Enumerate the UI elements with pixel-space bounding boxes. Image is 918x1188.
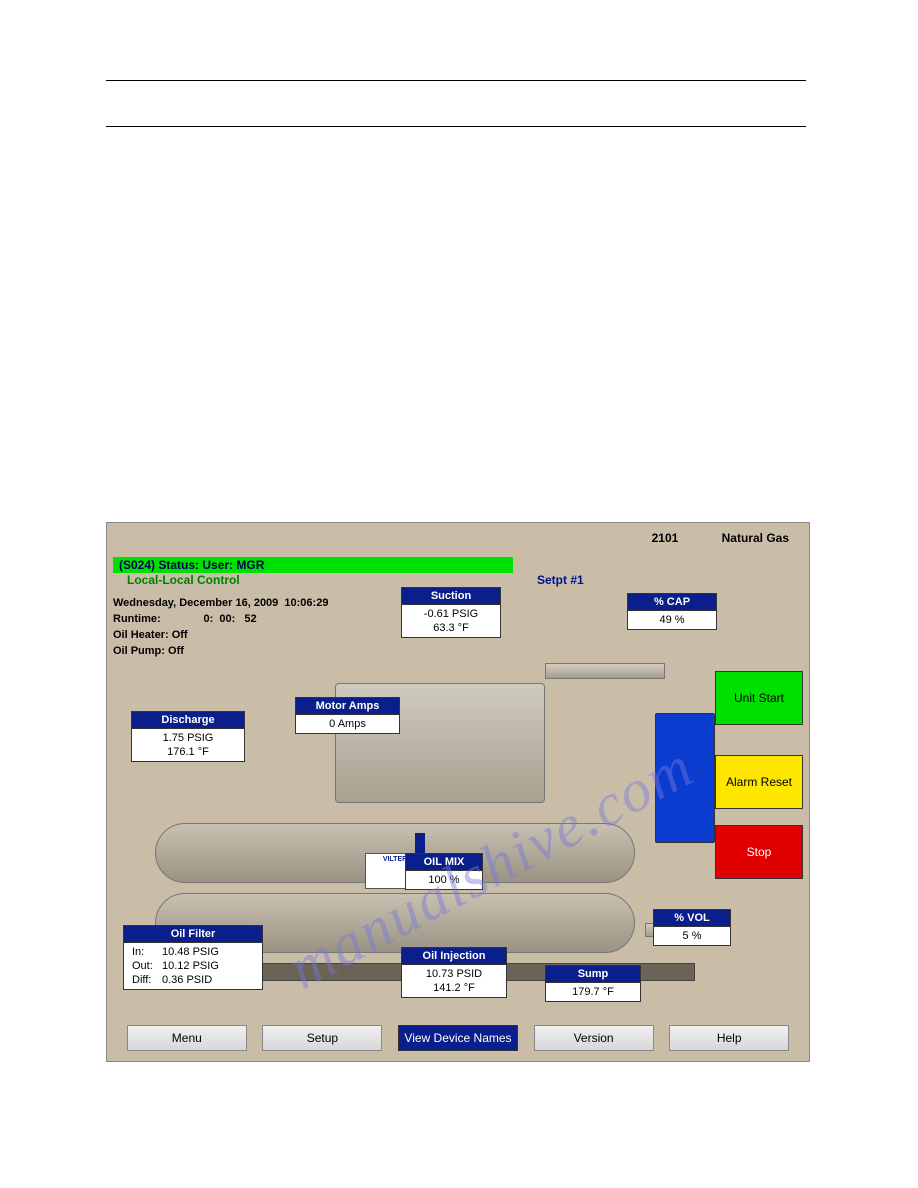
alarm-reset-button[interactable]: Alarm Reset [715,755,803,809]
unit-header: 2101 Natural Gas [612,531,789,545]
oil-pump-row: Oil Pump: Off [113,643,328,659]
oilmix-value: 100 % [405,871,483,890]
sump-gauge[interactable]: Sump 179.7 °F [545,965,641,1002]
gas-type: Natural Gas [722,531,789,545]
cap-gauge[interactable]: % CAP 49 % [627,593,717,630]
help-button[interactable]: Help [669,1025,789,1051]
divider-bottom [106,126,806,127]
motor-title: Motor Amps [295,697,400,715]
unit-number: 2101 [652,531,679,545]
menu-button[interactable]: Menu [127,1025,247,1051]
sump-title: Sump [545,965,641,983]
discharge-value: 1.75 PSIG 176.1 °F [131,729,245,762]
oilfilter-title: Oil Filter [123,925,263,943]
oil-mix-gauge[interactable]: OIL MIX 100 % [405,853,483,890]
oilfilter-value: In:10.48 PSIG Out:10.12 PSIG Diff:0.36 P… [123,943,263,990]
cap-value: 49 % [627,611,717,630]
vol-title: % VOL [653,909,731,927]
setup-button[interactable]: Setup [262,1025,382,1051]
status-bar: (S024) Status: User: MGR [113,557,513,573]
stop-button[interactable]: Stop [715,825,803,879]
oil-heater-row: Oil Heater: Off [113,627,328,643]
control-box [655,713,715,843]
oil-filter-gauge[interactable]: Oil Filter In:10.48 PSIG Out:10.12 PSIG … [123,925,263,990]
suction-gauge[interactable]: Suction -0.61 PSIG 63.3 °F [401,587,501,638]
status-text: (S024) Status: User: MGR [119,558,264,572]
oilinj-value: 10.73 PSID 141.2 °F [401,965,507,998]
version-button[interactable]: Version [534,1025,654,1051]
info-block: Wednesday, December 16, 2009 10:06:29 Ru… [113,595,328,659]
pipe [545,663,665,679]
discharge-gauge[interactable]: Discharge 1.75 PSIG 176.1 °F [131,711,245,762]
vol-gauge[interactable]: % VOL 5 % [653,909,731,946]
sump-value: 179.7 °F [545,983,641,1002]
hmi-panel: manualshive.com 2101 Natural Gas (S024) … [106,522,810,1062]
control-mode: Local-Local Control [127,573,240,587]
view-device-names-button[interactable]: View Device Names [398,1025,518,1051]
motor-amps-gauge[interactable]: Motor Amps 0 Amps [295,697,400,734]
datetime: Wednesday, December 16, 2009 10:06:29 [113,595,328,611]
discharge-title: Discharge [131,711,245,729]
oil-injection-gauge[interactable]: Oil Injection 10.73 PSID 141.2 °F [401,947,507,998]
divider-top [106,80,806,81]
vol-value: 5 % [653,927,731,946]
nav-row: Menu Setup View Device Names Version Hel… [107,1025,809,1051]
motor-value: 0 Amps [295,715,400,734]
cap-title: % CAP [627,593,717,611]
suction-value: -0.61 PSIG 63.3 °F [401,605,501,638]
suction-title: Suction [401,587,501,605]
oilinj-title: Oil Injection [401,947,507,965]
oilmix-title: OIL MIX [405,853,483,871]
setpoint-label: Setpt #1 [537,573,584,587]
unit-start-button[interactable]: Unit Start [715,671,803,725]
runtime-row: Runtime: 0: 00: 52 [113,611,328,627]
